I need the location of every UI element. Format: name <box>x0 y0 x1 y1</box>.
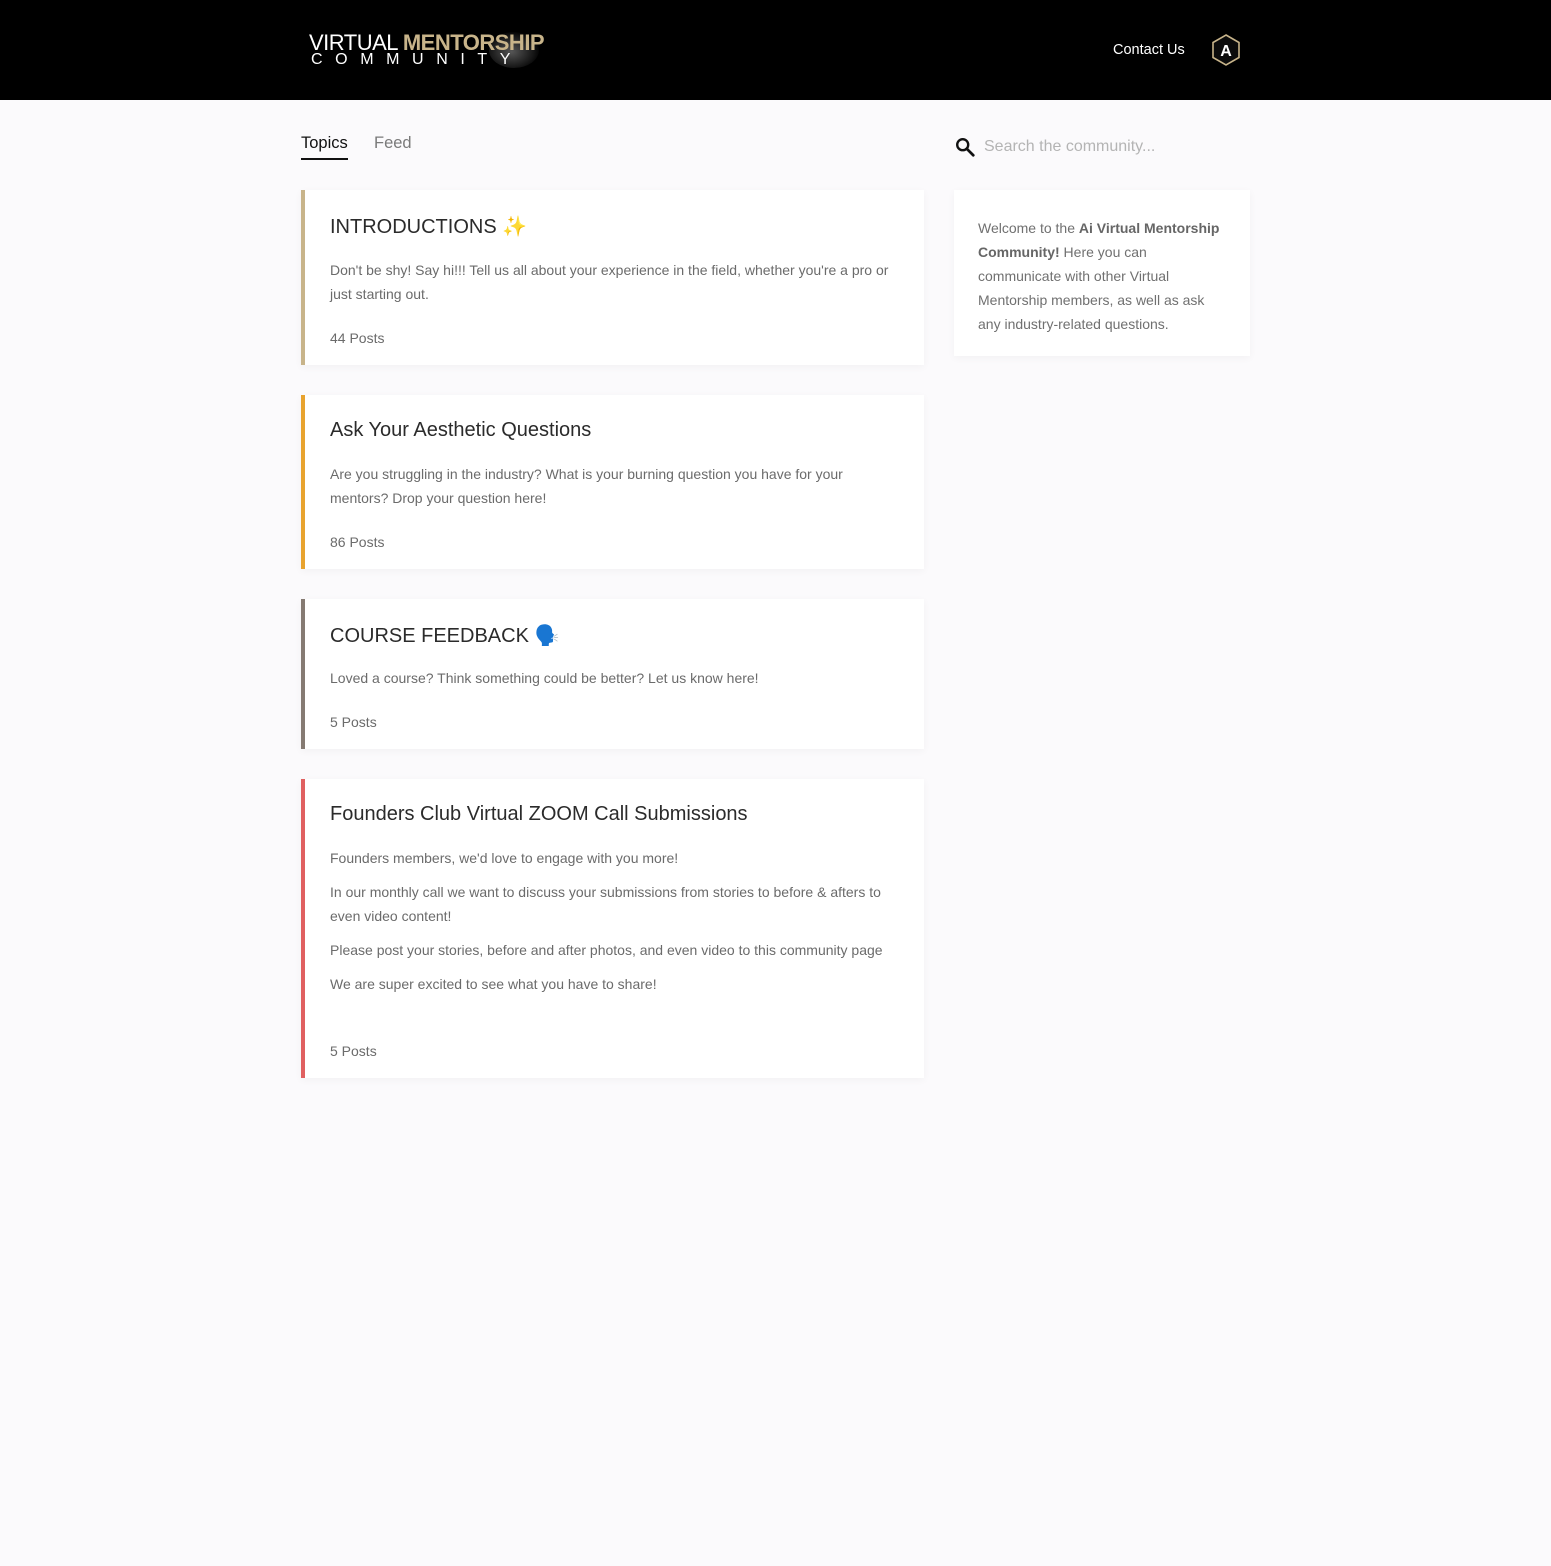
topic-post-count: 5 Posts <box>330 714 377 730</box>
topic-title: COURSE FEEDBACK 🗣️ <box>330 625 560 647</box>
topic-card-course-feedback[interactable]: COURSE FEEDBACK 🗣️ Loved a course? Think… <box>301 599 924 749</box>
topic-card-aesthetic-questions[interactable]: Ask Your Aesthetic Questions Are you str… <box>301 395 924 569</box>
topic-description: Loved a course? Think something could be… <box>330 666 896 700</box>
welcome-panel: Welcome to the Ai Virtual Mentorship Com… <box>954 190 1250 356</box>
topic-description-text: Loved a course? Think something could be… <box>330 670 759 686</box>
topic-description-text: Are you struggling in the industry? What… <box>330 466 843 506</box>
tab-feed[interactable]: Feed <box>374 128 412 158</box>
search-icon[interactable] <box>954 136 976 158</box>
site-logo[interactable]: VIRTUAL MENTORSHIP COMMUNITY <box>309 28 545 72</box>
tab-topics-label: Topics <box>301 134 348 152</box>
welcome-message: Welcome to the Ai Virtual Mentorship Com… <box>978 216 1226 336</box>
topic-title: INTRODUCTIONS ✨ <box>330 216 528 238</box>
avatar-letter: A <box>1220 43 1232 60</box>
topic-post-count: 44 Posts <box>330 330 385 346</box>
welcome-text-prefix: Welcome to the <box>978 220 1079 236</box>
topic-description-text: In our monthly call we want to discuss y… <box>330 884 881 924</box>
topic-description: Don't be shy! Say hi!!! Tell us all abou… <box>330 258 896 316</box>
topic-card-founders-club[interactable]: Founders Club Virtual ZOOM Call Submissi… <box>301 779 924 1078</box>
topic-post-count: 5 Posts <box>330 1043 377 1059</box>
topic-card-introductions[interactable]: INTRODUCTIONS ✨ Don't be shy! Say hi!!! … <box>301 190 924 365</box>
topic-description: Founders members, we'd love to engage wi… <box>330 846 896 1006</box>
topic-description-text: We are super excited to see what you hav… <box>330 976 657 992</box>
user-avatar[interactable]: A <box>1210 34 1242 66</box>
topic-description-text: Don't be shy! Say hi!!! Tell us all abou… <box>330 262 889 302</box>
avatar-hexagon-icon: A <box>1212 34 1240 66</box>
tab-feed-label: Feed <box>374 134 412 152</box>
topic-title: Founders Club Virtual ZOOM Call Submissi… <box>330 803 748 825</box>
tab-topics[interactable]: Topics <box>301 128 348 160</box>
contact-us-link[interactable]: Contact Us <box>1113 40 1185 60</box>
active-tab-underline <box>301 158 348 160</box>
site-header: VIRTUAL MENTORSHIP COMMUNITY Contact Us … <box>0 0 1551 100</box>
topic-title: Ask Your Aesthetic Questions <box>330 419 592 441</box>
search-input[interactable] <box>984 132 1250 162</box>
topic-description-text: Founders members, we'd love to engage wi… <box>330 850 679 866</box>
topic-description-text: Please post your stories, before and aft… <box>330 942 883 958</box>
topic-post-count: 86 Posts <box>330 534 385 550</box>
logo-word-community: COMMUNITY <box>311 51 524 68</box>
topic-description: Are you struggling in the industry? What… <box>330 462 896 520</box>
community-search <box>954 132 1250 162</box>
